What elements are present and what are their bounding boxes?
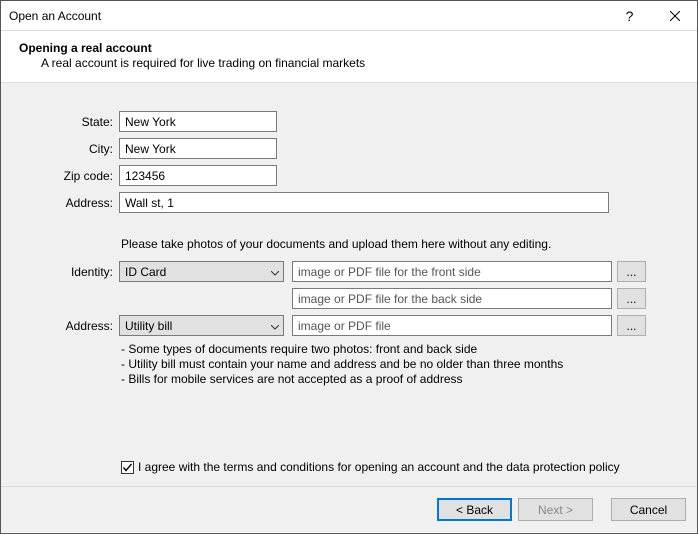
chevron-down-icon xyxy=(271,265,279,279)
address-doc-file-input[interactable]: image or PDF file xyxy=(292,315,612,336)
identity-back-browse-button[interactable]: ... xyxy=(617,288,646,309)
note-2: - Utility bill must contain your name an… xyxy=(121,357,697,372)
address-input[interactable] xyxy=(119,192,609,213)
state-label: State: xyxy=(1,115,119,129)
next-button[interactable]: Next > xyxy=(518,498,593,521)
address-doc-type-select[interactable]: Utility bill xyxy=(119,315,284,336)
address-doc-label: Address: xyxy=(1,319,119,333)
address-label: Address: xyxy=(1,196,119,210)
window-title: Open an Account xyxy=(9,9,607,23)
identity-doc-type-select[interactable]: ID Card xyxy=(119,261,284,282)
identity-doc-type-value: ID Card xyxy=(125,265,166,279)
state-input[interactable] xyxy=(119,111,277,132)
close-button[interactable] xyxy=(652,1,697,31)
address-doc-type-value: Utility bill xyxy=(125,319,172,333)
help-button[interactable]: ? xyxy=(607,1,652,31)
identity-label: Identity: xyxy=(1,265,119,279)
header: Opening a real account A real account is… xyxy=(1,31,697,82)
city-label: City: xyxy=(1,142,119,156)
cancel-button[interactable]: Cancel xyxy=(611,498,686,521)
notes: - Some types of documents require two ph… xyxy=(121,342,697,387)
city-input[interactable] xyxy=(119,138,277,159)
upload-instructions: Please take photos of your documents and… xyxy=(121,237,697,251)
close-icon xyxy=(670,11,680,21)
zip-input[interactable] xyxy=(119,165,277,186)
agree-label: I agree with the terms and conditions fo… xyxy=(138,460,620,474)
agree-row: I agree with the terms and conditions fo… xyxy=(121,460,620,474)
chevron-down-icon xyxy=(271,319,279,333)
title-bar: Open an Account ? xyxy=(1,1,697,31)
zip-label: Zip code: xyxy=(1,169,119,183)
agree-checkbox[interactable] xyxy=(121,461,134,474)
identity-front-browse-button[interactable]: ... xyxy=(617,261,646,282)
address-doc-browse-button[interactable]: ... xyxy=(617,315,646,336)
page-subheading: A real account is required for live trad… xyxy=(41,56,679,70)
page-heading: Opening a real account xyxy=(19,41,679,55)
identity-back-file-input[interactable]: image or PDF file for the back side xyxy=(292,288,612,309)
button-bar: < Back Next > Cancel xyxy=(1,486,697,521)
note-3: - Bills for mobile services are not acce… xyxy=(121,372,697,387)
back-button[interactable]: < Back xyxy=(437,498,512,521)
identity-front-file-input[interactable]: image or PDF file for the front side xyxy=(292,261,612,282)
check-icon xyxy=(122,462,133,473)
content-area: State: City: Zip code: Address: Please t… xyxy=(1,82,697,532)
note-1: - Some types of documents require two ph… xyxy=(121,342,697,357)
